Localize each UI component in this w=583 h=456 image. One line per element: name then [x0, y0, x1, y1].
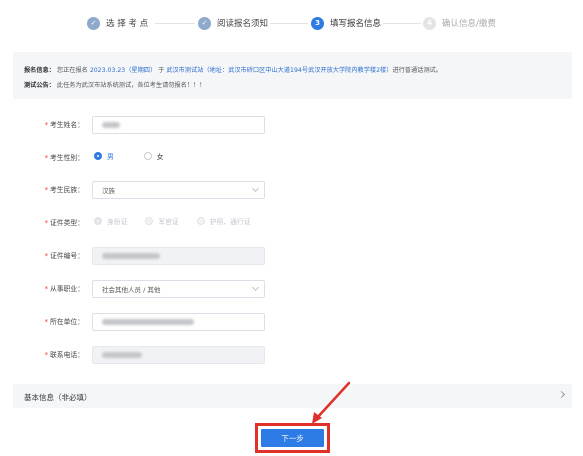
redacted-value: [102, 122, 120, 128]
ethnicity-select[interactable]: 汉族: [92, 181, 265, 199]
check-icon: ✓: [87, 16, 100, 30]
radio-checked-icon: [94, 152, 102, 160]
phone-input[interactable]: [92, 346, 265, 364]
form-row-job: * 从事职业： 社会其他人员 / 其他: [0, 280, 583, 298]
radio-unchecked-icon: [196, 217, 205, 225]
idtype-radio-group: 身份证 军官证 护照、通行证: [94, 216, 281, 226]
gender-male-radio[interactable]: 男: [94, 151, 114, 161]
form-row-unit: * 所在单位：: [0, 313, 583, 331]
step-select-site: ✓ 选 择 考 点: [87, 14, 148, 32]
optional-info-section[interactable]: 基本信息（非必填）: [13, 384, 572, 408]
gender-radio-group: 男 女: [94, 151, 194, 161]
highlight-box: 下一步: [255, 423, 330, 453]
field-label: * 证件编号：: [44, 252, 84, 260]
form-row-ethnicity: * 考生民族： 汉族: [0, 181, 583, 199]
form-row-idtype: * 证件类型： 身份证 军官证 护照、通行证: [0, 214, 583, 232]
idtype-passport-radio[interactable]: 护照、通行证: [196, 216, 251, 226]
check-icon: ✓: [198, 16, 211, 30]
name-input[interactable]: [92, 116, 265, 134]
registration-info: 报名信息： 您正在报名 2023.03.23（星期四） 于 武汉市测试站（地址：…: [24, 67, 442, 74]
redacted-value: [102, 319, 194, 325]
form-row-phone: * 联系电话：: [0, 346, 583, 364]
step-read-notice: ✓ 阅读报名须知: [198, 14, 268, 32]
next-step-button[interactable]: 下一步: [261, 429, 324, 447]
radio-unchecked-icon: [143, 152, 152, 160]
info-banner: 报名信息： 您正在报名 2023.03.23（星期四） 于 武汉市测试站（地址：…: [13, 52, 572, 99]
redacted-value: [102, 253, 160, 259]
field-label: * 证件类型：: [44, 219, 84, 227]
field-label: * 联系电话：: [44, 351, 84, 359]
field-label: * 考生民族：: [44, 186, 84, 194]
form-row-gender: * 考生性别： 男 女: [0, 149, 583, 167]
idnum-input[interactable]: [92, 247, 265, 265]
section-title: 基本信息（非必填）: [24, 393, 92, 402]
step-connector: [155, 23, 195, 24]
field-label: * 考生姓名：: [44, 121, 84, 129]
radio-unchecked-icon: [145, 217, 154, 225]
idtype-idcard-radio[interactable]: 身份证: [94, 216, 127, 226]
test-notice: 测试公告： 此任务为武汉市站系统测试，各位考生请勿报名！！！: [24, 82, 206, 89]
chevron-down-icon: [251, 283, 260, 292]
field-label: * 所在单位：: [44, 318, 84, 326]
step-label: 填写报名信息: [330, 19, 382, 29]
radio-checked-icon: [94, 217, 102, 225]
step-number: 4: [423, 16, 436, 30]
step-label: 选 择 考 点: [106, 19, 149, 29]
form-row-idnum: * 证件编号：: [0, 247, 583, 265]
step-number: 3: [311, 16, 324, 30]
idtype-officer-radio[interactable]: 军官证: [145, 216, 179, 226]
redacted-value: [102, 352, 142, 358]
step-confirm-pay: 4 确认信息/缴费: [423, 14, 496, 32]
step-fill-info: 3 填写报名信息: [311, 14, 381, 32]
chevron-right-icon: [557, 390, 566, 399]
stepper: ✓ 选 择 考 点 ✓ 阅读报名须知 3 填写报名信息 4 确认信息/缴费: [0, 14, 583, 32]
step-label: 阅读报名须知: [217, 19, 269, 29]
job-cascader[interactable]: 社会其他人员 / 其他: [92, 280, 265, 298]
step-label: 确认信息/缴费: [442, 19, 496, 29]
step-connector: [383, 23, 421, 24]
field-label: * 从事职业：: [44, 285, 84, 293]
step-connector: [270, 23, 308, 24]
chevron-down-icon: [251, 184, 260, 193]
form-row-name: * 考生姓名：: [0, 116, 583, 134]
field-label: * 考生性别：: [44, 154, 84, 162]
unit-input[interactable]: [92, 313, 265, 331]
gender-female-radio[interactable]: 女: [143, 151, 164, 161]
